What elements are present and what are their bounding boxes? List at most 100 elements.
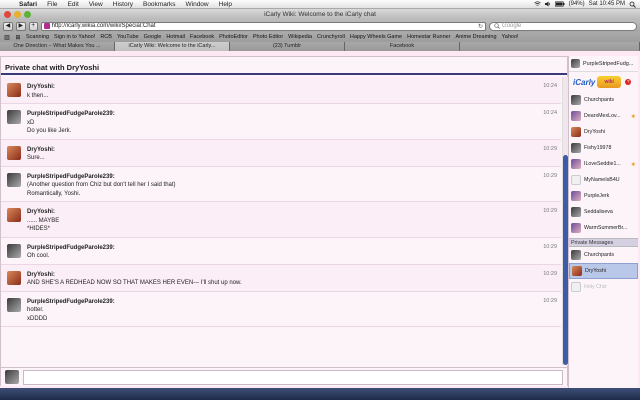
user-name: MyNameIsB4U <box>584 177 620 183</box>
user-item[interactable]: Seddaliseva <box>569 204 638 220</box>
bookmark-item[interactable]: RCB <box>99 34 113 40</box>
bookmark-item[interactable]: PhotoEditor <box>218 34 249 40</box>
help-icon[interactable]: ? <box>625 79 632 85</box>
bookmarks-bar: ▥ ⊞ Scanning Sign in to Yahoo! RCB YouTu… <box>0 32 640 42</box>
search-field[interactable]: Google <box>489 21 637 31</box>
menu-bookmarks[interactable]: Bookmarks <box>138 1 181 8</box>
bookmarks-grid-icon[interactable]: ⊞ <box>14 34 22 41</box>
menu-view[interactable]: View <box>84 1 108 8</box>
menu-history[interactable]: History <box>108 1 138 8</box>
tab-bar: One Direction – What Makes You ... iCarl… <box>0 42 640 51</box>
user-item[interactable]: Churchpants <box>569 92 638 108</box>
menu-window[interactable]: Window <box>181 1 214 8</box>
avatar[interactable] <box>7 172 21 187</box>
minimize-window-icon[interactable] <box>14 11 21 18</box>
user-item[interactable]: Fishy19978 <box>569 140 638 156</box>
message-time: 10:29 <box>543 270 557 277</box>
private-item-selected[interactable]: DryYoshi <box>569 263 638 279</box>
avatar[interactable] <box>7 297 21 312</box>
volume-icon[interactable] <box>544 1 551 7</box>
avatar[interactable] <box>7 145 21 160</box>
user-item[interactable]: PurpleJerk <box>569 188 638 204</box>
menu-help[interactable]: Help <box>214 1 237 8</box>
message-author[interactable]: PurpleStripedFudgeParole239: <box>27 110 539 119</box>
message-author[interactable]: DryYoshi: <box>27 271 539 280</box>
user-item[interactable]: DearxMexLov... ★ <box>569 108 638 124</box>
bookmark-item[interactable]: Hotmail <box>165 34 186 40</box>
bookmark-item[interactable]: Crunchyroll <box>316 34 346 40</box>
private-item[interactable]: Churchpants <box>569 247 638 263</box>
forward-button[interactable]: ▶ <box>15 21 26 31</box>
bookmark-item[interactable]: Yahoo! <box>501 34 520 40</box>
bookmark-item[interactable]: Scanning <box>25 34 50 40</box>
user-item[interactable]: WarmSummerBr... <box>569 220 638 236</box>
chat-message: PurpleStripedFudgeParole239: hotter. xDDDD… <box>1 292 561 327</box>
bookmarks-book-icon[interactable]: ▥ <box>3 34 11 41</box>
message-text: Do you like Jerk. <box>27 128 72 134</box>
wiki-logo[interactable]: iCarly wiki ? <box>569 72 638 92</box>
close-window-icon[interactable] <box>4 11 11 18</box>
reload-icon[interactable]: ↻ <box>478 23 483 30</box>
avatar[interactable] <box>7 270 21 285</box>
bookmark-item[interactable]: Homestar Runner <box>406 34 451 40</box>
menu-clock[interactable]: Sat 10:45 PM <box>589 1 625 7</box>
user-item[interactable]: MyNameIsB4U <box>569 172 638 188</box>
avatar[interactable] <box>7 110 21 124</box>
address-bar[interactable]: http://icarly.wikia.com/wiki/Special:Cha… <box>40 21 487 31</box>
avatar <box>571 95 581 105</box>
message-author[interactable]: DryYoshi: <box>27 146 539 155</box>
menu-safari[interactable]: Safari <box>14 1 42 8</box>
user-name: Churchpants <box>584 97 615 103</box>
chat-header: Private chat with DryYoshi <box>1 57 567 75</box>
message-text: hotter. <box>27 307 44 313</box>
tab-one-direction[interactable]: One Direction – What Makes You ... <box>0 42 115 51</box>
back-button[interactable]: ◀ <box>3 21 13 31</box>
avatar <box>571 250 581 260</box>
message-time: 10:29 <box>543 208 557 214</box>
star-icon: ★ <box>630 113 636 120</box>
message-author[interactable]: DryYoshi: <box>27 208 539 217</box>
avatar <box>572 266 582 276</box>
bookmark-item[interactable]: YouTube <box>116 34 140 40</box>
avatar[interactable] <box>7 243 21 258</box>
message-author[interactable]: PurpleStripedFudgeParole239: <box>27 244 539 253</box>
wifi-icon[interactable] <box>533 1 541 7</box>
current-user[interactable]: PurpleStripedFudg... <box>569 56 638 72</box>
message-author[interactable]: DryYoshi: <box>27 83 539 92</box>
search-icon <box>494 23 500 29</box>
user-name: DearxMexLov... <box>584 113 621 119</box>
tab-facebook[interactable]: Facebook <box>345 42 460 51</box>
message-time: 10:29 <box>543 297 557 304</box>
bookmark-item[interactable]: Anime Dreaming <box>455 34 498 40</box>
user-item[interactable]: DryYoshi <box>569 124 638 140</box>
message-author[interactable]: PurpleStripedFudgeParole239: <box>27 173 539 182</box>
avatar[interactable] <box>7 208 21 222</box>
bookmark-item[interactable]: Facebook <box>189 34 215 40</box>
chat-input[interactable] <box>23 369 563 385</box>
avatar <box>571 175 581 185</box>
private-item[interactable]: Holy Chiz <box>569 279 638 295</box>
message-author[interactable]: PurpleStripedFudgeParole239: <box>27 298 539 307</box>
message-text: xDDDD <box>27 315 48 322</box>
address-text[interactable]: http://icarly.wikia.com/wiki/Special:Cha… <box>52 23 156 29</box>
menu-file[interactable]: File <box>42 1 62 8</box>
user-item[interactable]: ILoveSeddie1... ★ <box>569 156 638 172</box>
star-icon: ★ <box>630 161 636 168</box>
battery-icon[interactable] <box>554 1 565 7</box>
window-titlebar: iCarly Wiki: Welcome to the iCarly chat <box>0 9 640 20</box>
bookmark-item[interactable]: Sign in to Yahoo! <box>53 34 96 40</box>
private-list: Churchpants DryYoshi Holy Chiz <box>569 247 638 295</box>
tab-bar-filler <box>460 42 640 51</box>
bookmark-item[interactable]: Photo Editor <box>252 34 284 40</box>
bookmark-item[interactable]: Happy Wheels Game <box>349 34 403 40</box>
add-bookmark-button[interactable]: + <box>28 21 38 31</box>
spotlight-icon[interactable] <box>629 1 636 8</box>
bookmark-item[interactable]: Wikipedia <box>287 34 313 40</box>
menu-edit[interactable]: Edit <box>63 1 84 8</box>
avatar <box>571 143 581 153</box>
bookmark-item[interactable]: Google <box>143 34 163 40</box>
avatar[interactable] <box>7 83 21 97</box>
tab-tumblr[interactable]: (23) Tumblr <box>230 42 345 51</box>
zoom-window-icon[interactable] <box>24 11 31 18</box>
tab-icarly-chat[interactable]: iCarly Wiki: Welcome to the iCarly... <box>115 42 230 51</box>
